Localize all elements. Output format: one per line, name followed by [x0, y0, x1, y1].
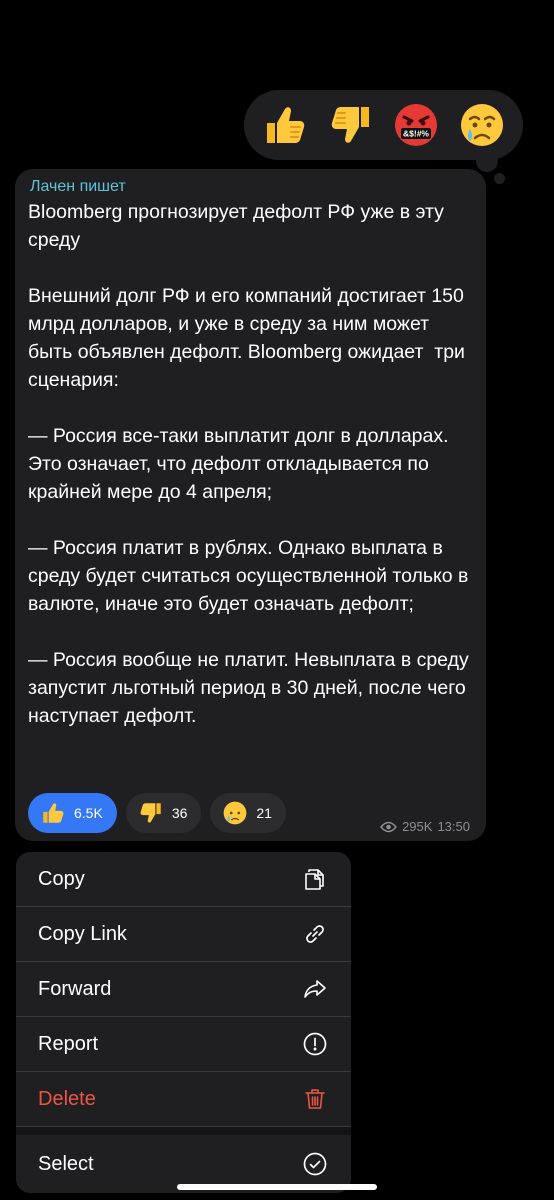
menu-item-label: Copy	[38, 867, 85, 890]
crying-face-emoji	[222, 800, 248, 826]
checkmark-circle-icon	[302, 1151, 328, 1177]
message-bubble[interactable]: Лачен пишет Bloomberg прогнозирует дефол…	[15, 169, 486, 841]
author-name[interactable]: Лачен пишет	[30, 177, 472, 196]
menu-item-label: Copy Link	[38, 922, 127, 945]
reaction-thumbs-down[interactable]: 36	[125, 793, 202, 833]
menu-separator	[16, 1127, 351, 1135]
home-indicator[interactable]	[177, 1184, 377, 1190]
reaction-picker: &$!#%	[244, 90, 523, 160]
thumbs-up-emoji	[40, 800, 66, 826]
reactions-row: 6.5K 36 21	[28, 793, 286, 833]
reaction-count: 6.5K	[74, 805, 103, 821]
menu-item-label: Select	[38, 1152, 94, 1175]
menu-item-label: Report	[38, 1032, 99, 1055]
message-time: 13:50	[437, 819, 470, 834]
menu-item-forward[interactable]: Forward	[16, 962, 351, 1017]
link-icon	[302, 921, 328, 947]
message-meta: 295K 13:50	[380, 819, 470, 834]
menu-item-report[interactable]: Report	[16, 1017, 351, 1072]
menu-item-label: Forward	[38, 977, 112, 1000]
thumbs-up-emoji[interactable]	[259, 99, 311, 151]
menu-item-delete[interactable]: Delete	[16, 1072, 351, 1127]
message-text: Bloomberg прогнозирует дефолт РФ уже в э…	[28, 201, 469, 727]
eye-icon	[380, 821, 397, 832]
context-menu: Copy Copy Link Forward Report Delete Sel…	[16, 852, 351, 1193]
menu-item-label: Delete	[38, 1087, 96, 1110]
forward-icon	[302, 976, 328, 1002]
swearing-face-emoji[interactable]: &$!#%	[390, 99, 442, 151]
reaction-count: 36	[171, 805, 188, 821]
thumbs-down-emoji[interactable]	[325, 99, 377, 151]
picker-tail-small	[494, 173, 505, 184]
copy-icon	[302, 866, 328, 892]
swear-text: &$!#%	[403, 129, 429, 139]
thumbs-down-emoji	[138, 800, 164, 826]
view-count: 295K	[402, 819, 433, 834]
menu-item-copy-link[interactable]: Copy Link	[16, 907, 351, 962]
reaction-thumbs-up[interactable]: 6.5K	[28, 793, 117, 833]
reaction-count: 21	[256, 805, 272, 821]
report-icon	[302, 1031, 328, 1057]
trash-icon	[302, 1086, 328, 1112]
crying-face-emoji[interactable]	[456, 99, 508, 151]
reaction-crying[interactable]: 21	[210, 793, 286, 833]
menu-item-copy[interactable]: Copy	[16, 852, 351, 907]
picker-tail	[476, 150, 498, 172]
